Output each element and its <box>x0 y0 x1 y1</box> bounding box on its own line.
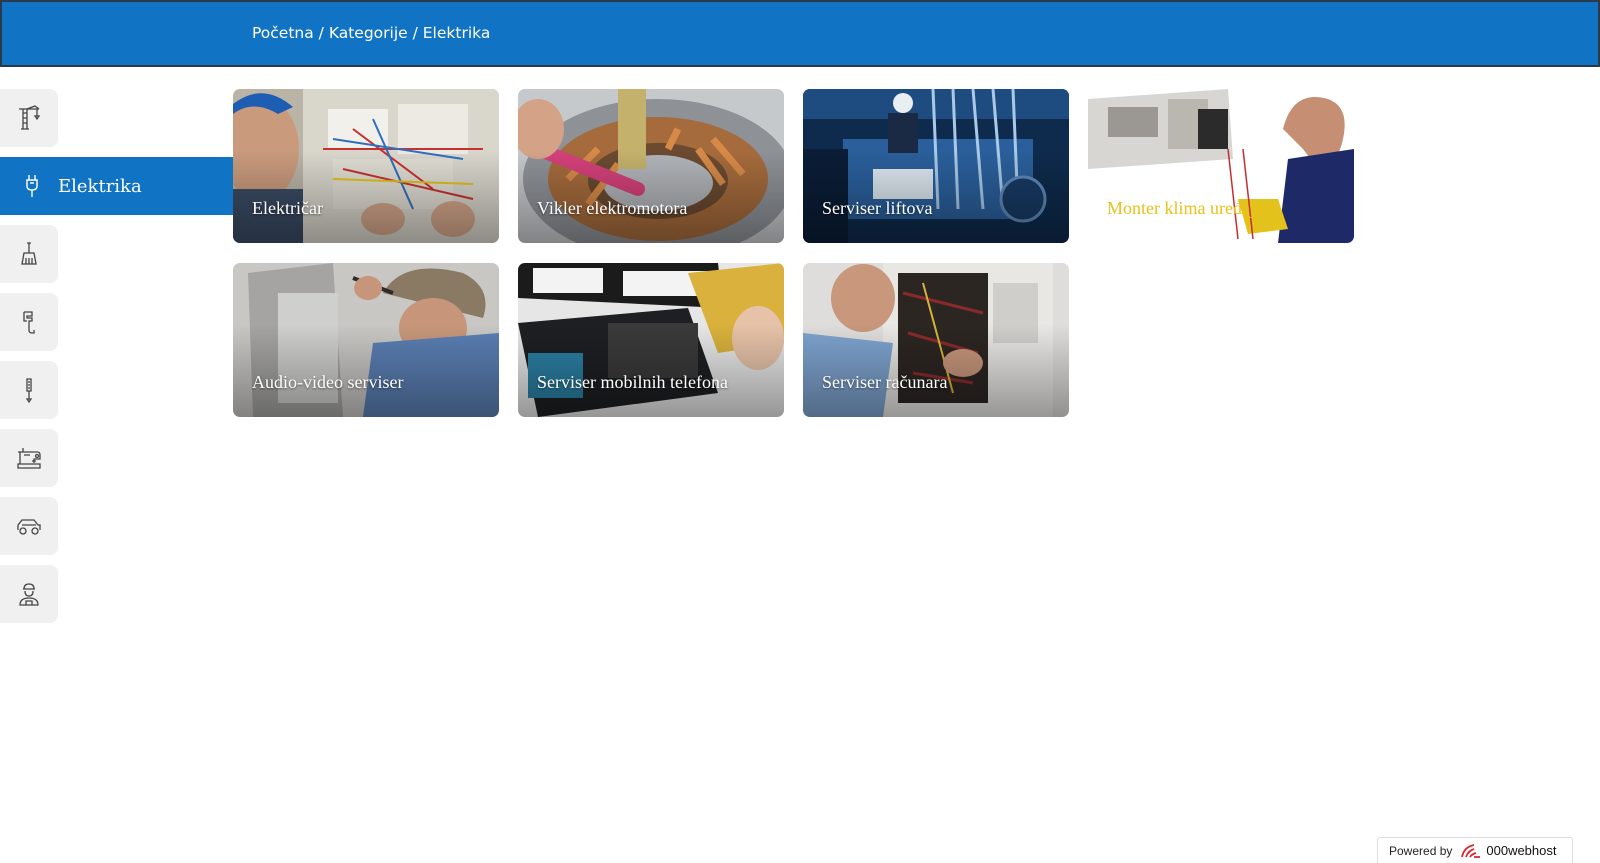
tile-title: Monter klima uređaja <box>1107 198 1263 218</box>
sidebar-item-auto[interactable] <box>0 497 58 555</box>
tile-title: Vikler elektromotora <box>537 198 688 218</box>
sidebar-item-plumbing[interactable] <box>0 293 58 351</box>
screwdriver-icon <box>25 378 33 404</box>
ac-technician-photo <box>1088 89 1354 243</box>
000webhost-logo-icon <box>1461 843 1481 858</box>
powered-by-brand: 000webhost <box>1486 843 1557 858</box>
tile-title: Električar <box>252 198 323 218</box>
sidebar-item-cleaning[interactable] <box>0 225 58 283</box>
sidebar-item-sewing[interactable] <box>0 429 58 487</box>
crane-icon <box>19 105 41 130</box>
tile-elektricar[interactable]: Električar <box>233 89 499 243</box>
sidebar-item-tools[interactable] <box>0 361 58 419</box>
worker-icon <box>19 583 39 606</box>
tile-title: Serviser mobilnih telefona <box>537 372 728 392</box>
brush-icon <box>21 242 37 265</box>
sidebar-item-elektrika[interactable]: Elektrika <box>0 157 233 215</box>
sidebar-item-services[interactable] <box>0 565 58 623</box>
tile-serviser-mobilnih-telefona[interactable]: Serviser mobilnih telefona <box>518 263 784 417</box>
powered-by-badge[interactable]: Powered by 000webhost <box>1377 837 1573 863</box>
sewing-machine-icon <box>17 448 41 469</box>
breadcrumb-home[interactable]: Početna <box>252 24 314 42</box>
tile-serviser-racunara[interactable]: Serviser računara <box>803 263 1069 417</box>
tile-monter-klima-uredjaja[interactable]: Monter klima uređaja <box>1088 89 1354 243</box>
breadcrumb-current: Elektrika <box>422 24 491 42</box>
tile-title: Serviser liftova <box>822 198 933 218</box>
top-bar: Početna / Kategorije / Elektrika <box>0 0 1600 67</box>
electric-plug-icon <box>26 175 38 197</box>
powered-by-label: Powered by <box>1389 843 1453 858</box>
sidebar-item-label: Elektrika <box>58 175 142 197</box>
car-icon <box>17 519 41 535</box>
tile-audio-video-serviser[interactable]: Audio-video serviser <box>233 263 499 417</box>
tile-serviser-liftova[interactable]: Serviser liftova <box>803 89 1069 243</box>
breadcrumb-categories[interactable]: Kategorije <box>329 24 408 42</box>
tile-title: Serviser računara <box>822 372 948 392</box>
pipe-wrench-icon <box>23 311 35 334</box>
breadcrumb: Početna / Kategorije / Elektrika <box>252 24 490 42</box>
sidebar-item-construction[interactable] <box>0 89 58 147</box>
tile-title: Audio-video serviser <box>252 372 404 392</box>
breadcrumb-separator: / <box>313 24 329 42</box>
breadcrumb-separator: / <box>407 24 423 42</box>
tile-vikler-elektromotora[interactable]: Vikler elektromotora <box>518 89 784 243</box>
